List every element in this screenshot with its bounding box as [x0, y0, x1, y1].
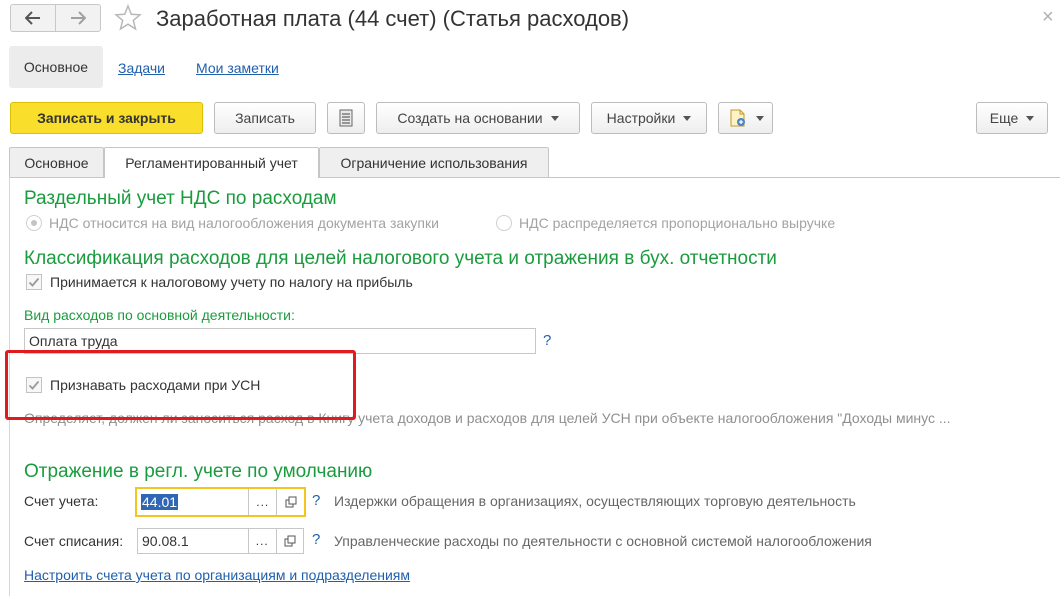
open-icon: [284, 535, 296, 547]
radio-button[interactable]: [496, 215, 512, 231]
list-button[interactable]: [327, 102, 365, 134]
radio-label: НДС относится на вид налогообложения док…: [49, 215, 439, 231]
account-field[interactable]: 44.01 ...: [135, 487, 306, 517]
create-based-on-button[interactable]: Создать на основании: [376, 102, 580, 134]
radio-vat-proportional[interactable]: НДС распределяется пропорционально выруч…: [496, 215, 835, 231]
chevron-down-icon: [755, 115, 764, 121]
more-button[interactable]: Еще: [976, 102, 1048, 134]
expense-type-help-icon[interactable]: ?: [543, 332, 551, 349]
star-icon: [114, 3, 142, 31]
panel-tab-notes[interactable]: Мои заметки: [196, 59, 279, 77]
create-based-on-label: Создать на основании: [397, 110, 543, 126]
open-icon: [285, 496, 297, 508]
account-value: 44.01: [141, 494, 179, 510]
checkbox[interactable]: [26, 274, 42, 290]
save-button[interactable]: Записать: [214, 102, 316, 134]
settings-button[interactable]: Настройки: [591, 102, 707, 134]
open-button[interactable]: [275, 529, 304, 553]
account-label: Счет учета:: [24, 493, 99, 509]
list-icon: [339, 109, 353, 127]
expense-type-value: Оплата труда: [29, 333, 118, 349]
tab-regulated-accounting[interactable]: Регламентированный учет: [104, 147, 319, 178]
tab-usage-restriction[interactable]: Ограничение использования: [319, 147, 549, 177]
expense-type-label: Вид расходов по основной деятельности:: [24, 307, 295, 323]
account-input[interactable]: 44.01: [137, 489, 248, 515]
account-help-icon[interactable]: ?: [312, 492, 320, 509]
panel-tab-main[interactable]: Основное: [9, 46, 103, 88]
window-title: Заработная плата (44 счет) (Статья расхо…: [156, 6, 630, 31]
chevron-down-icon: [1026, 115, 1035, 121]
section-title-accounting: Отражение в регл. учете по умолчанию: [24, 461, 373, 482]
section-title-vat: Раздельный учет НДС по расходам: [24, 188, 337, 209]
more-label: Еще: [989, 110, 1019, 126]
check-icon: [28, 277, 40, 287]
checkbox-label: Принимается к налоговому учету по налогу…: [50, 274, 413, 290]
checkbox-profit-tax[interactable]: Принимается к налоговому учету по налогу…: [26, 274, 413, 290]
arrow-right-icon: [71, 11, 86, 25]
writeoff-input[interactable]: 90.08.1: [138, 529, 248, 553]
attachments-button[interactable]: [718, 102, 773, 134]
section-title-classification: Классификация расходов для целей налогов…: [24, 248, 777, 269]
forward-button[interactable]: [55, 5, 100, 31]
radio-label: НДС распределяется пропорционально выруч…: [519, 215, 836, 231]
radio-button[interactable]: [26, 215, 42, 231]
writeoff-description: Управленческие расходы по деятельности с…: [334, 533, 872, 549]
chevron-down-icon: [683, 115, 692, 121]
arrow-left-icon: [25, 11, 40, 25]
back-button[interactable]: [11, 5, 55, 31]
configure-accounts-link[interactable]: Настроить счета учета по организациям и …: [24, 567, 410, 583]
writeoff-value: 90.08.1: [142, 533, 189, 549]
chevron-down-icon: [550, 115, 559, 121]
settings-label: Настройки: [606, 110, 676, 126]
document-clip-icon: [730, 109, 745, 127]
writeoff-label: Счет списания:: [24, 533, 124, 549]
writeoff-field[interactable]: 90.08.1 ...: [137, 528, 304, 554]
save-and-close-button[interactable]: Записать и закрыть: [10, 102, 203, 134]
select-button[interactable]: ...: [248, 529, 276, 553]
panel-tab-tasks[interactable]: Задачи: [118, 59, 165, 77]
tab-main[interactable]: Основное: [9, 147, 104, 177]
navigation-buttons: [10, 4, 101, 32]
highlight-frame: [5, 350, 356, 420]
select-button[interactable]: ...: [248, 489, 276, 515]
favorite-button[interactable]: [114, 3, 144, 32]
close-icon[interactable]: ×: [1042, 7, 1054, 27]
writeoff-help-icon[interactable]: ?: [312, 531, 320, 548]
open-button[interactable]: [276, 489, 304, 515]
radio-vat-purchase-doc[interactable]: НДС относится на вид налогообложения док…: [26, 215, 439, 231]
account-description: Издержки обращения в организациях, осуще…: [334, 493, 856, 509]
